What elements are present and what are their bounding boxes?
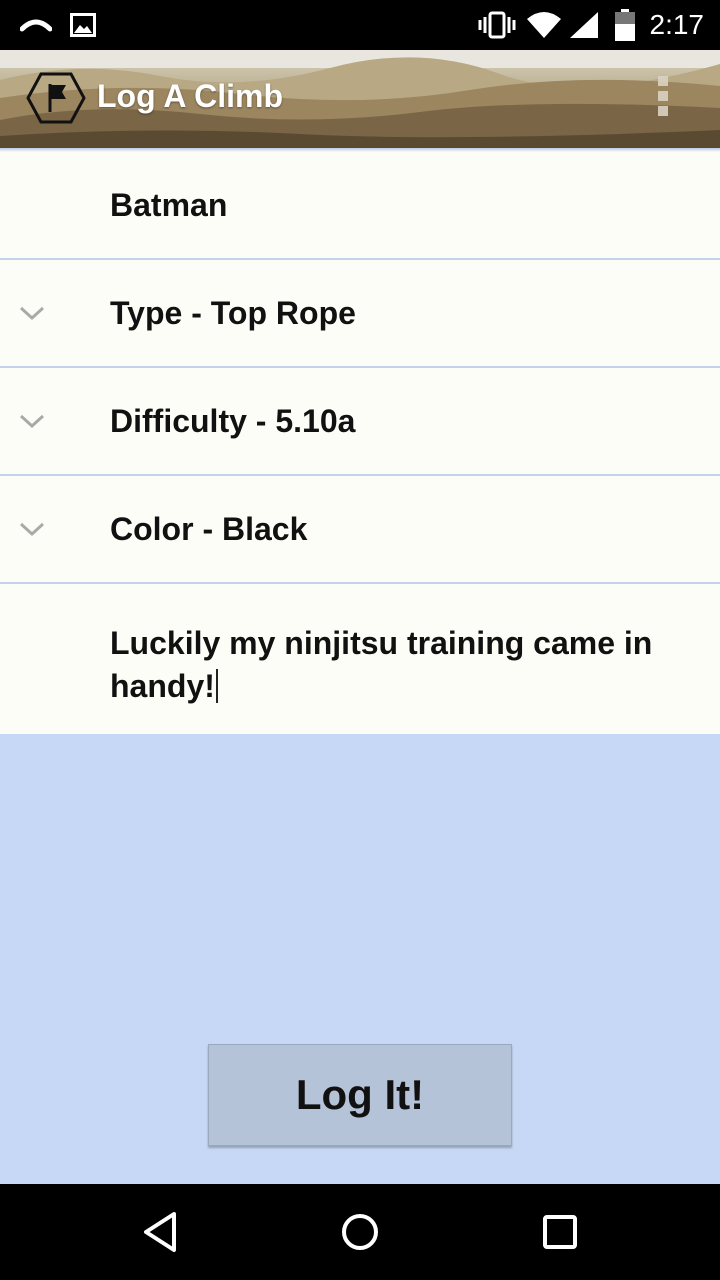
home-circle-icon[interactable] [334,1206,386,1258]
status-time: 2:17 [649,9,705,40]
cast-icon [20,0,52,50]
climb-name-value: Batman [110,186,228,223]
page-title: Log A Climb [97,78,284,114]
battery-icon [614,0,636,50]
type-label: Type - Top Rope [110,294,356,331]
type-dropdown[interactable]: Type - Top Rope [0,260,720,368]
navigation-bar [0,1184,720,1280]
image-icon [70,0,96,50]
chevron-down-icon [19,522,45,537]
status-bar: 2:17 [0,0,720,50]
notes-text-wrap: Luckily my ninjitsu training came in han… [110,622,700,708]
wifi-icon [526,0,562,50]
notes-value: Luckily my ninjitsu training came in han… [110,625,653,704]
color-label: Color - Black [110,510,308,547]
color-dropdown[interactable]: Color - Black [0,476,720,584]
climb-form: Batman Type - Top Rope Difficulty - 5.10… [0,152,720,734]
difficulty-dropdown[interactable]: Difficulty - 5.10a [0,368,720,476]
back-triangle-icon[interactable] [134,1206,186,1258]
chevron-down-icon [19,306,45,321]
notes-field[interactable]: Luckily my ninjitsu training came in han… [0,584,720,734]
flag-hexagon-icon[interactable] [26,72,86,124]
chevron-down-icon [19,414,45,429]
vibrate-icon [478,0,516,50]
signal-icon [568,0,600,50]
overflow-menu-icon[interactable] [650,76,676,124]
log-it-button[interactable]: Log It! [208,1044,512,1146]
action-bar: Log A Climb [0,50,720,148]
recents-square-icon[interactable] [534,1206,586,1258]
difficulty-label: Difficulty - 5.10a [110,402,356,439]
climb-name-field[interactable]: Batman [0,152,720,260]
text-cursor [215,669,218,703]
